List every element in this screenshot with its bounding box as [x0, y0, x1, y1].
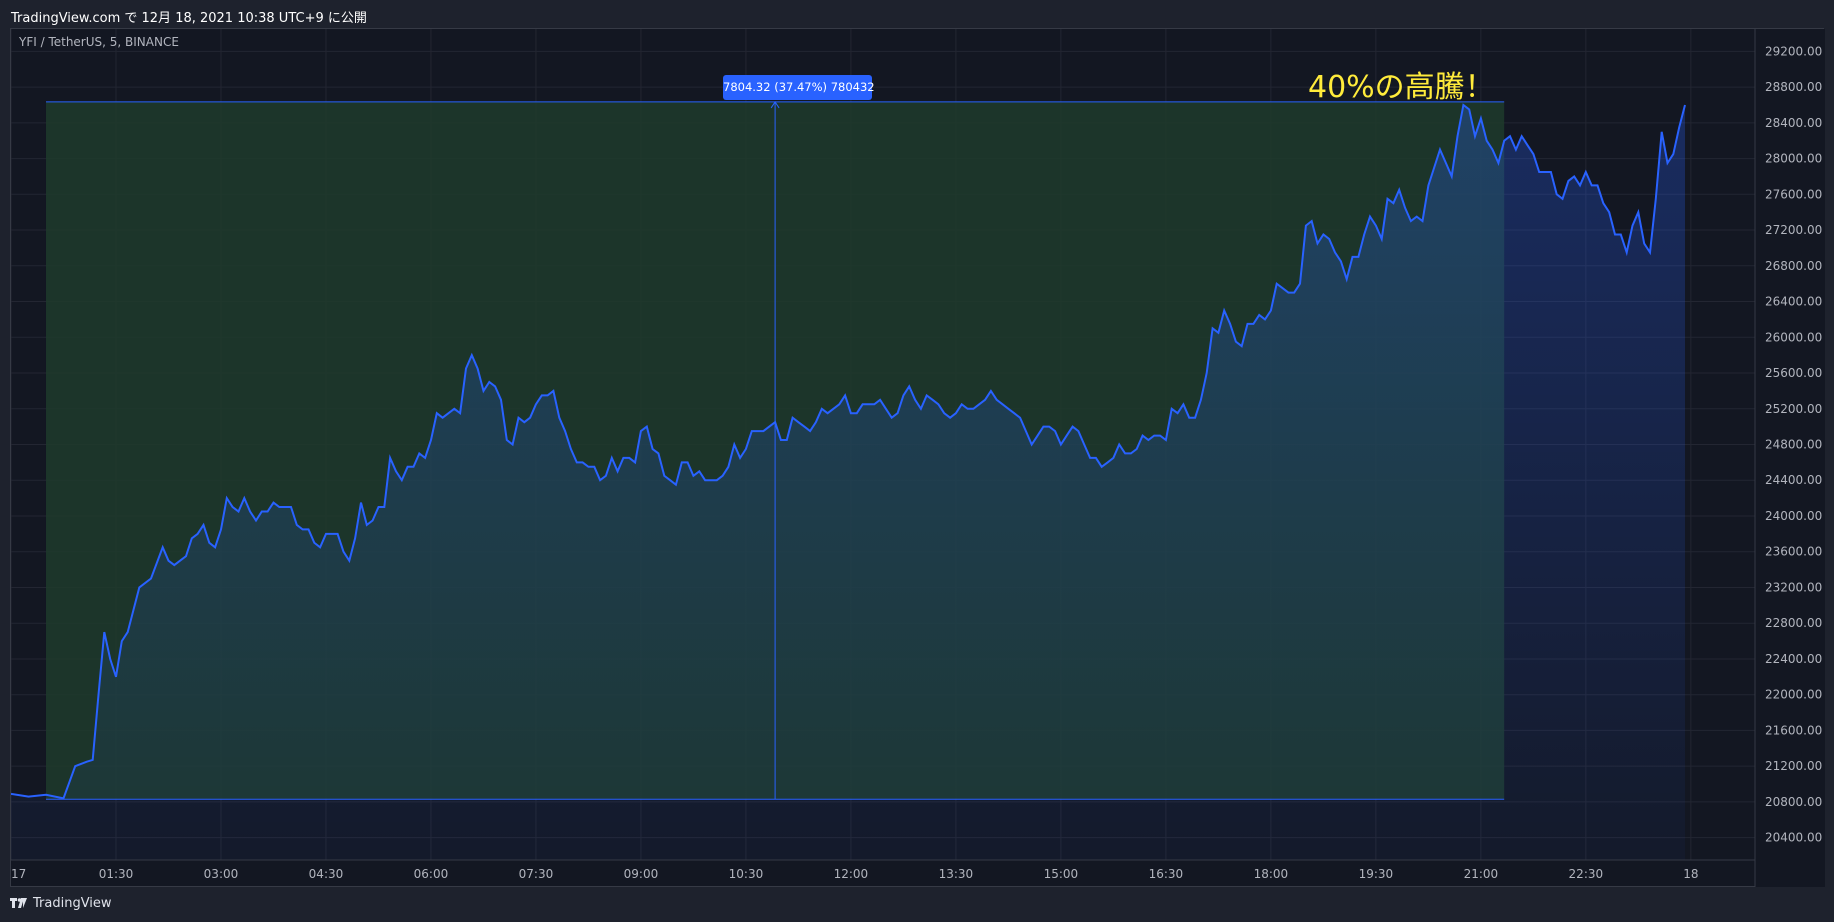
x-tick-label: 07:30 — [519, 867, 554, 881]
x-tick-label: 15:00 — [1044, 867, 1079, 881]
y-tick-label: 28000.00 — [1765, 152, 1822, 166]
y-tick-label: 25200.00 — [1765, 402, 1822, 416]
published-info: TradingView.com で 12月 18, 2021 10:38 UTC… — [11, 11, 367, 26]
symbol-label[interactable]: YFI / TetherUS, 5, BINANCE — [19, 35, 179, 49]
x-tick-label: 18 — [1683, 867, 1698, 881]
y-tick-label: 22400.00 — [1765, 652, 1822, 666]
y-tick-label: 28400.00 — [1765, 116, 1822, 130]
x-tick-label: 09:00 — [624, 867, 659, 881]
tradingview-logo[interactable]: TradingView — [10, 896, 112, 911]
chart-frame[interactable]: 20400.00 20800.00 21200.00 21600.00 22000.00… — [10, 28, 1825, 888]
y-tick-label: 21200.00 — [1765, 759, 1822, 773]
y-tick-label: 20400.00 — [1765, 831, 1822, 845]
x-tick-label: 21:00 — [1464, 867, 1499, 881]
bottom-bar: TradingView — [0, 887, 1834, 922]
y-tick-label: 22000.00 — [1765, 688, 1822, 702]
annotation-text: 40%の高騰！ — [1308, 70, 1495, 105]
x-tick-label: 12:00 — [834, 867, 869, 881]
logo-text: TradingView — [33, 896, 112, 911]
y-tick-label: 27600.00 — [1765, 187, 1822, 201]
measure-badge: 7804.32 (37.47%) 780432 — [723, 75, 875, 100]
x-tick-label: 13:30 — [939, 867, 974, 881]
y-tick-label: 21600.00 — [1765, 723, 1822, 737]
y-tick-label: 24000.00 — [1765, 509, 1822, 523]
y-tick-label: 26000.00 — [1765, 330, 1822, 344]
x-tick-label: 01:30 — [99, 867, 134, 881]
y-tick-label: 26800.00 — [1765, 259, 1822, 273]
y-tick-label: 26400.00 — [1765, 295, 1822, 309]
y-tick-label: 27200.00 — [1765, 223, 1822, 237]
x-tick-label: 10:30 — [729, 867, 764, 881]
y-tick-label: 23600.00 — [1765, 545, 1822, 559]
y-tick-label: 24800.00 — [1765, 438, 1822, 452]
x-tick-label: 22:30 — [1569, 867, 1604, 881]
y-tick-label: 23200.00 — [1765, 580, 1822, 594]
y-tick-label: 22800.00 — [1765, 616, 1822, 630]
chart-svg[interactable]: 20400.00 20800.00 21200.00 21600.00 22000.00… — [11, 29, 1825, 888]
x-tick-label: 17 — [11, 867, 26, 881]
y-tick-label: 28800.00 — [1765, 80, 1822, 94]
y-tick-label: 20800.00 — [1765, 795, 1822, 809]
x-tick-label: 03:00 — [204, 867, 239, 881]
x-tick-label: 16:30 — [1149, 867, 1184, 881]
top-bar: TradingView.com で 12月 18, 2021 10:38 UTC… — [0, 0, 1834, 28]
x-tick-label: 18:00 — [1254, 867, 1289, 881]
x-tick-label: 19:30 — [1359, 867, 1394, 881]
y-tick-label: 29200.00 — [1765, 44, 1822, 58]
tradingview-logo-icon — [10, 898, 27, 908]
x-tick-label: 06:00 — [414, 867, 449, 881]
x-tick-label: 04:30 — [309, 867, 344, 881]
y-tick-label: 24400.00 — [1765, 473, 1822, 487]
y-tick-label: 25600.00 — [1765, 366, 1822, 380]
